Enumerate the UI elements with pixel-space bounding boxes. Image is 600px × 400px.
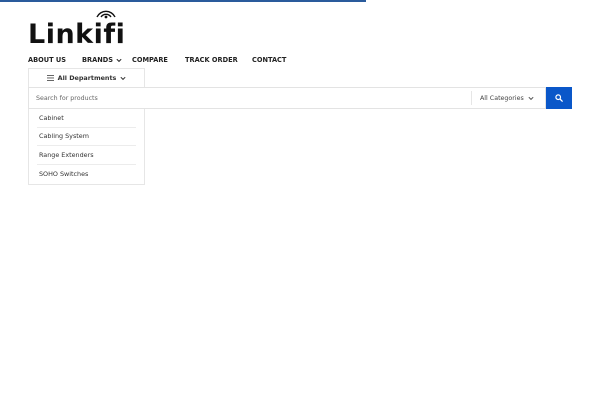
search-input[interactable] xyxy=(29,88,471,108)
department-item-label: Cabling System xyxy=(39,132,89,141)
logo-text: Linkifi xyxy=(28,19,126,50)
hamburger-menu-icon xyxy=(46,75,54,81)
department-item-cabinet[interactable]: Cabinet xyxy=(37,109,136,128)
chevron-down-icon xyxy=(116,58,122,62)
nav-item-label: ABOUT US xyxy=(28,56,66,64)
nav-item-brands[interactable]: BRANDS xyxy=(82,56,132,64)
search-button[interactable] xyxy=(546,87,572,109)
nav-item-contact[interactable]: CONTACT xyxy=(252,56,286,64)
department-item-label: SOHO Switches xyxy=(39,169,89,178)
search-bar: All Categories xyxy=(28,87,546,109)
chevron-down-icon xyxy=(528,96,534,100)
all-departments-label: All Departments xyxy=(57,74,117,82)
chevron-down-icon xyxy=(120,76,126,80)
nav-item-label: COMPARE xyxy=(132,56,168,64)
category-select[interactable]: All Categories xyxy=(471,91,545,105)
department-item-cabling-system[interactable]: Cabling System xyxy=(37,128,136,146)
nav-item-label: BRANDS xyxy=(82,56,113,64)
nav-item-track-order[interactable]: TRACK ORDER xyxy=(185,56,252,64)
nav-item-about-us[interactable]: ABOUT US xyxy=(28,56,82,64)
nav-item-compare[interactable]: COMPARE xyxy=(132,56,185,64)
department-item-range-extenders[interactable]: Range Extenders xyxy=(37,146,136,165)
nav-item-label: CONTACT xyxy=(252,56,287,64)
wifi-signal-icon xyxy=(96,10,116,19)
category-select-value: All Categories xyxy=(480,94,524,102)
department-item-label: Range Extenders xyxy=(39,150,94,159)
department-item-label: Cabinet xyxy=(39,113,64,122)
department-item-soho-switches[interactable]: SOHO Switches xyxy=(37,165,136,184)
nav-item-label: TRACK ORDER xyxy=(185,56,238,64)
departments-dropdown: Cabinet Cabling System Range Extenders S… xyxy=(28,109,145,185)
site-logo[interactable]: Linkifi xyxy=(28,10,126,50)
page-load-progress-bar xyxy=(0,0,366,2)
search-icon xyxy=(555,94,563,102)
main-nav: ABOUT US BRANDS COMPARE TRACK ORDER CONT… xyxy=(28,54,286,66)
all-departments-button[interactable]: All Departments xyxy=(28,68,145,87)
